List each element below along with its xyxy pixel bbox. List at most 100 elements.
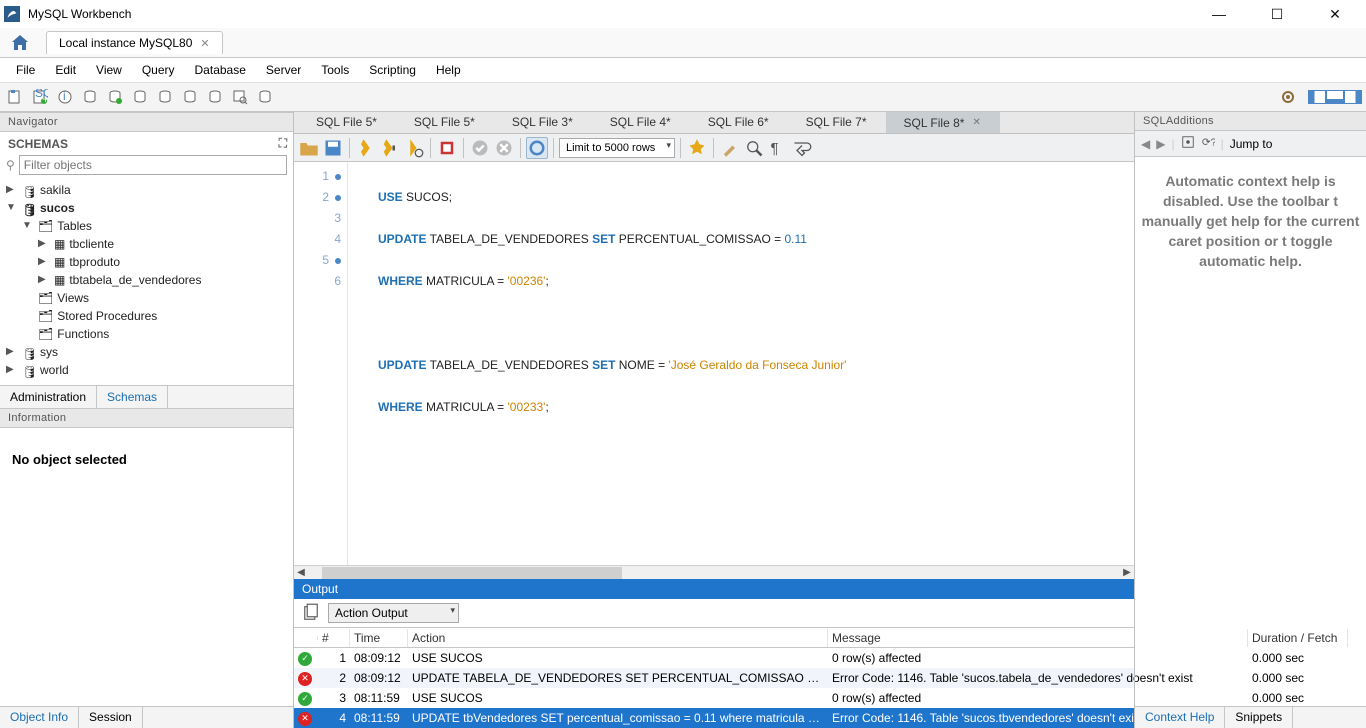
view-toggle[interactable] xyxy=(1308,90,1362,104)
jump-to-label[interactable]: Jump to xyxy=(1230,137,1273,151)
menu-tools[interactable]: Tools xyxy=(311,60,359,80)
table-icon: ▦ xyxy=(54,235,65,253)
schema-world[interactable]: world xyxy=(40,361,69,379)
schema-tree[interactable]: ▶🛢sakila ▼🛢sucos ▼🗂Tables ▶▦tbcliente ▶▦… xyxy=(0,179,293,385)
sql-tab[interactable]: SQL File 6* xyxy=(690,112,788,133)
tables-node[interactable]: Tables xyxy=(57,217,92,235)
auto-help-icon[interactable]: ⟳? xyxy=(1201,135,1215,152)
sql-tab[interactable]: SQL File 5* xyxy=(298,112,396,133)
close-tab-icon[interactable]: ✕ xyxy=(200,37,209,50)
menu-file[interactable]: File xyxy=(6,60,45,80)
execute-current-icon[interactable] xyxy=(379,137,401,159)
explain-icon[interactable] xyxy=(403,137,425,159)
save-file-icon[interactable] xyxy=(322,137,344,159)
app-title: MySQL Workbench xyxy=(28,7,131,21)
table-icon: ▦ xyxy=(54,271,65,289)
find-icon[interactable] xyxy=(743,137,765,159)
tab-context-help[interactable]: Context Help xyxy=(1135,707,1225,728)
stored-node[interactable]: Stored Procedures xyxy=(57,307,157,325)
settings-gear-icon[interactable] xyxy=(1277,86,1299,108)
menu-server[interactable]: Server xyxy=(256,60,311,80)
table-tbcliente[interactable]: tbcliente xyxy=(69,235,114,253)
db-icon-2[interactable] xyxy=(104,86,126,108)
table-tbproduto[interactable]: tbproduto xyxy=(69,253,120,271)
commit-icon[interactable] xyxy=(469,137,491,159)
tab-snippets[interactable]: Snippets xyxy=(1225,707,1293,728)
view-toggle-bottom-icon[interactable] xyxy=(1326,90,1344,104)
execute-icon[interactable] xyxy=(355,137,377,159)
maximize-button[interactable]: ☐ xyxy=(1262,6,1292,23)
menu-scripting[interactable]: Scripting xyxy=(359,60,426,80)
sql-tab[interactable]: SQL File 3* xyxy=(494,112,592,133)
schemas-expand-icon[interactable]: ⛶ xyxy=(279,136,287,151)
functions-node[interactable]: Functions xyxy=(57,325,109,343)
db-icon-4[interactable] xyxy=(154,86,176,108)
output-type-select[interactable]: Action Output xyxy=(328,603,459,623)
nav-forward-icon[interactable]: ▶ xyxy=(1156,137,1165,151)
autocommit-icon[interactable] xyxy=(526,137,548,159)
sql-tab[interactable]: SQL File 5* xyxy=(396,112,494,133)
database-icon: 🛢 xyxy=(22,363,36,377)
filter-input[interactable] xyxy=(19,155,287,175)
tab-administration[interactable]: Administration xyxy=(0,386,97,408)
home-icon[interactable] xyxy=(8,31,32,55)
stop-icon[interactable] xyxy=(436,137,458,159)
brush-icon[interactable] xyxy=(719,137,741,159)
schema-sakila[interactable]: sakila xyxy=(40,181,71,199)
menu-edit[interactable]: Edit xyxy=(45,60,86,80)
new-model-icon[interactable]: SQL+ xyxy=(29,86,51,108)
schema-sys[interactable]: sys xyxy=(40,343,58,361)
view-toggle-right-icon[interactable] xyxy=(1344,90,1362,104)
view-toggle-left-icon[interactable] xyxy=(1308,90,1326,104)
connection-tab[interactable]: Local instance MySQL80 ✕ xyxy=(46,31,223,54)
minimize-button[interactable]: — xyxy=(1204,6,1234,23)
output-row[interactable]: ✓ 3 08:11:59 USE SUCOS 0 row(s) affected… xyxy=(294,688,1134,708)
tab-session[interactable]: Session xyxy=(79,707,143,728)
app-icon xyxy=(4,6,20,22)
close-sql-tab-icon[interactable]: ✕ xyxy=(972,117,980,128)
nav-back-icon[interactable]: ◀ xyxy=(1141,137,1150,151)
menu-database[interactable]: Database xyxy=(185,60,256,80)
sql-tab[interactable]: SQL File 7* xyxy=(788,112,886,133)
sql-tab-active[interactable]: SQL File 8*✕ xyxy=(886,112,1000,133)
new-sql-tab-icon[interactable] xyxy=(4,86,26,108)
navigator-header: Navigator xyxy=(0,112,293,132)
schema-sucos[interactable]: sucos xyxy=(40,199,75,217)
query-toolbar: Limit to 5000 rows ¶ xyxy=(294,134,1134,162)
tab-object-info[interactable]: Object Info xyxy=(0,707,79,728)
db-icon-3[interactable] xyxy=(129,86,151,108)
folder-icon: 🗂 xyxy=(38,289,53,307)
beautify-icon[interactable] xyxy=(686,137,708,159)
wrap-icon[interactable] xyxy=(791,137,813,159)
table-tbtabela[interactable]: tbtabela_de_vendedores xyxy=(69,271,201,289)
close-button[interactable]: ✕ xyxy=(1320,6,1350,23)
dashboard-icon[interactable] xyxy=(254,86,276,108)
sql-tab[interactable]: SQL File 4* xyxy=(592,112,690,133)
sql-editor[interactable]: 1 2 3 4 5 6 USE SUCOS; UPDATE TABELA_DE_… xyxy=(294,162,1134,565)
output-row[interactable]: ✓ 1 08:09:12 USE SUCOS 0 row(s) affected… xyxy=(294,648,1134,668)
code-area[interactable]: USE SUCOS; UPDATE TABELA_DE_VENDEDORES S… xyxy=(348,162,846,565)
menu-view[interactable]: View xyxy=(86,60,132,80)
menu-bar: File Edit View Query Database Server Too… xyxy=(0,58,1366,82)
open-file-icon[interactable] xyxy=(298,137,320,159)
db-icon-6[interactable] xyxy=(204,86,226,108)
sql-tabs: SQL File 5* SQL File 5* SQL File 3* SQL … xyxy=(294,112,1134,134)
open-model-icon[interactable]: i xyxy=(54,86,76,108)
output-row-selected[interactable]: ✕ 4 08:11:59 UPDATE tbVendedores SET per… xyxy=(294,708,1134,728)
db-icon-1[interactable] xyxy=(79,86,101,108)
help-target-icon[interactable] xyxy=(1181,135,1195,152)
tab-schemas[interactable]: Schemas xyxy=(97,386,168,408)
editor-scrollbar[interactable]: ◀▶ xyxy=(294,565,1134,579)
output-row[interactable]: ✕ 2 08:09:12 UPDATE TABELA_DE_VENDEDORES… xyxy=(294,668,1134,688)
rollback-icon[interactable] xyxy=(493,137,515,159)
views-node[interactable]: Views xyxy=(57,289,89,307)
menu-help[interactable]: Help xyxy=(426,60,471,80)
db-icon-5[interactable] xyxy=(179,86,201,108)
folder-icon: 🗂 xyxy=(38,217,53,235)
menu-query[interactable]: Query xyxy=(132,60,185,80)
output-copy-icon[interactable] xyxy=(300,602,322,624)
toggle-invisible-icon[interactable]: ¶ xyxy=(767,137,789,159)
limit-rows-select[interactable]: Limit to 5000 rows xyxy=(559,138,675,158)
search-table-icon[interactable] xyxy=(229,86,251,108)
filter-search-icon: ⚲ xyxy=(6,158,15,172)
